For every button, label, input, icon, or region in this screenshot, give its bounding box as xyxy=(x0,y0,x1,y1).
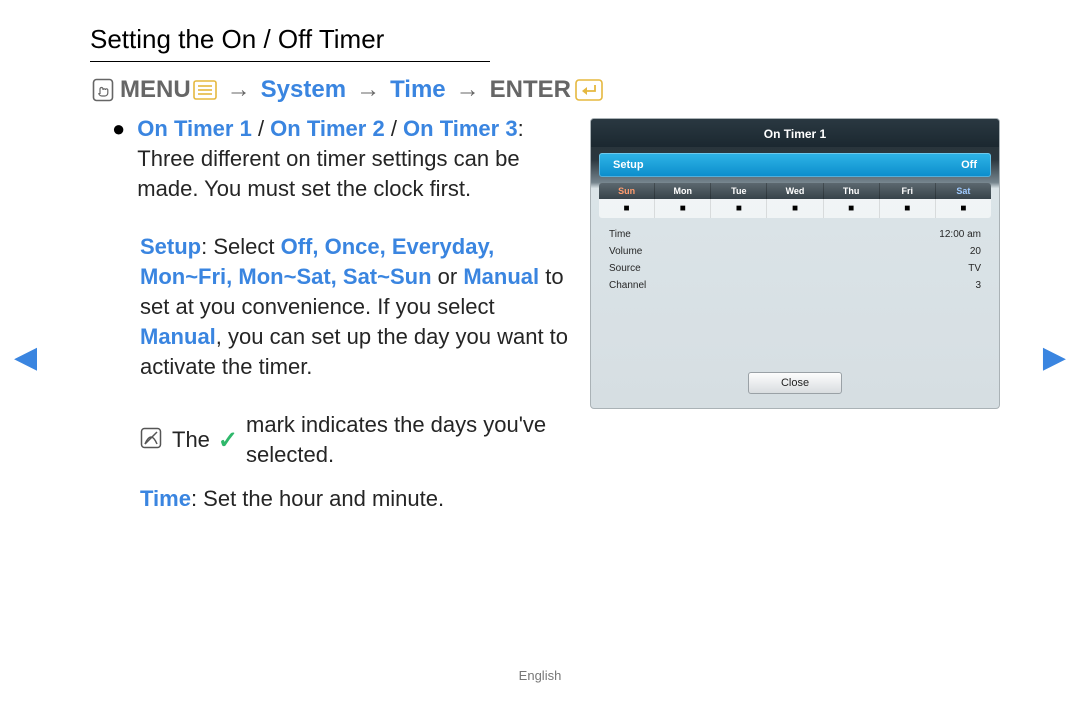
panel-title: On Timer 1 xyxy=(591,119,999,147)
timer1-lbl: On Timer 1 xyxy=(137,116,252,141)
row-source-k: Source xyxy=(609,263,641,274)
day-tue[interactable]: Tue xyxy=(711,183,767,199)
note-pre: The xyxy=(172,425,210,455)
page-title: Setting the On / Off Timer xyxy=(90,24,1000,59)
or-word: or xyxy=(432,264,464,289)
row-volume-k: Volume xyxy=(609,246,642,257)
setup-paragraph: Setup: Select Off, Once, Everyday, Mon~F… xyxy=(140,232,580,382)
day-wed[interactable]: Wed xyxy=(767,183,823,199)
panel-setup-label: Setup xyxy=(613,159,644,171)
note-row: The ✓ mark indicates the days you've sel… xyxy=(140,410,580,470)
day-mon[interactable]: Mon xyxy=(655,183,711,199)
hamburger-icon xyxy=(193,80,217,100)
nav-system: System xyxy=(261,76,346,104)
row-channel-k: Channel xyxy=(609,280,646,291)
hand-menu-icon xyxy=(92,78,114,102)
mark-thu: ■ xyxy=(824,199,880,218)
breadcrumb: MENU → System → Time → ENTER xyxy=(92,76,1000,104)
time-rest: : Set the hour and minute. xyxy=(191,486,444,511)
row-volume[interactable]: Volume 20 xyxy=(591,243,999,260)
row-source-v: TV xyxy=(968,263,981,274)
manual2-lbl: Manual xyxy=(140,324,216,349)
mark-sat: ■ xyxy=(936,199,991,218)
nav-next-icon[interactable]: ▶ xyxy=(1043,340,1066,375)
mark-fri: ■ xyxy=(880,199,936,218)
note-post: mark indicates the days you've selected. xyxy=(246,410,580,470)
time-line: Time: Set the hour and minute. xyxy=(140,484,580,514)
close-button[interactable]: Close xyxy=(748,372,842,394)
days-marks: ■ ■ ■ ■ ■ ■ ■ xyxy=(599,199,991,218)
time-lbl: Time xyxy=(140,486,191,511)
nav-time: Time xyxy=(390,76,446,104)
sep2: / xyxy=(385,116,403,141)
day-fri[interactable]: Fri xyxy=(880,183,936,199)
panel-setup-value: Off xyxy=(961,159,977,171)
arrow-2: → xyxy=(356,76,380,104)
day-thu[interactable]: Thu xyxy=(824,183,880,199)
panel-setup-row[interactable]: Setup Off xyxy=(599,153,991,177)
row-time[interactable]: Time 12:00 am xyxy=(591,226,999,243)
nav-prev-icon[interactable]: ◀ xyxy=(14,340,37,375)
row-channel[interactable]: Channel 3 xyxy=(591,277,999,294)
enter-label: ENTER xyxy=(490,76,571,104)
check-icon: ✓ xyxy=(218,426,238,455)
manual-lbl: Manual xyxy=(463,264,539,289)
mark-mon: ■ xyxy=(655,199,711,218)
row-time-v: 12:00 am xyxy=(939,229,981,240)
arrow-1: → xyxy=(227,76,251,104)
note-icon xyxy=(140,427,162,454)
row-source[interactable]: Source TV xyxy=(591,260,999,277)
day-sun[interactable]: Sun xyxy=(599,183,655,199)
footer-language: English xyxy=(0,668,1080,683)
bullet-paragraph: On Timer 1 / On Timer 2 / On Timer 3: Th… xyxy=(137,114,580,204)
enter-icon xyxy=(575,79,603,101)
arrow-3: → xyxy=(456,76,480,104)
bullet-dot: ● xyxy=(112,114,125,144)
setup-lbl: Setup xyxy=(140,234,201,259)
title-rule xyxy=(90,61,490,62)
day-sat[interactable]: Sat xyxy=(936,183,991,199)
timer-panel: On Timer 1 Setup Off Sun Mon Tue Wed Thu… xyxy=(590,118,1000,409)
row-time-k: Time xyxy=(609,229,631,240)
bullet-desc: Three different on timer settings can be… xyxy=(137,146,519,201)
after-setup: : Select xyxy=(201,234,280,259)
mark-sun: ■ xyxy=(599,199,655,218)
days-header: Sun Mon Tue Wed Thu Fri Sat xyxy=(599,183,991,199)
sep1: / xyxy=(252,116,270,141)
timer2-lbl: On Timer 2 xyxy=(270,116,385,141)
timer3-lbl: On Timer 3 xyxy=(403,116,518,141)
row-volume-v: 20 xyxy=(970,246,981,257)
menu-label: MENU xyxy=(120,76,191,104)
mark-wed: ■ xyxy=(767,199,823,218)
mark-tue: ■ xyxy=(711,199,767,218)
bullet-colon: : xyxy=(518,116,524,141)
row-channel-v: 3 xyxy=(975,280,981,291)
